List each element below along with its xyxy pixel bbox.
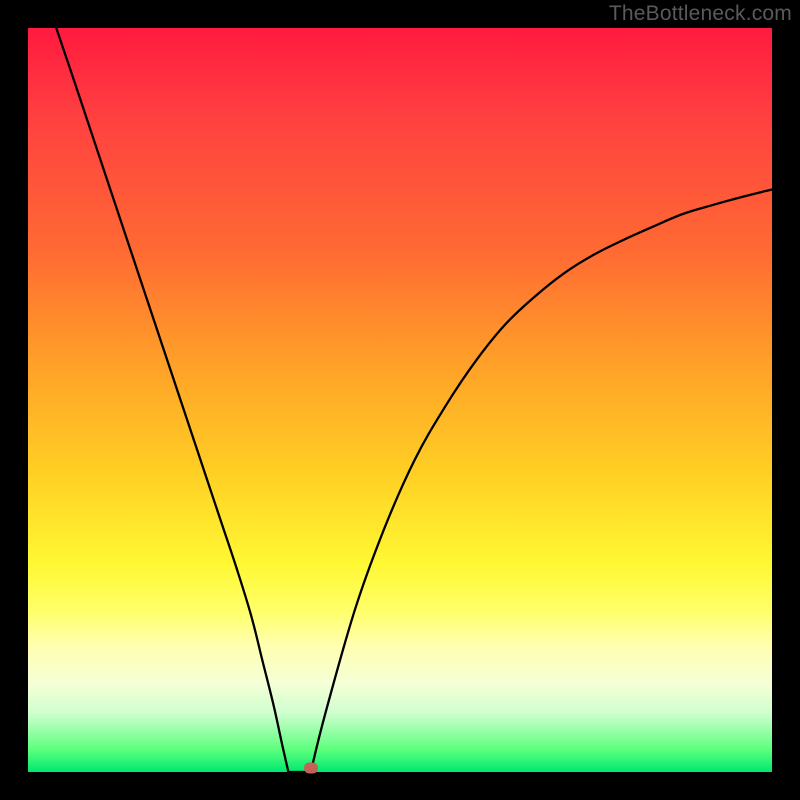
chart-frame: TheBottleneck.com — [0, 0, 800, 800]
chart-plot-area — [28, 28, 772, 772]
bottleneck-curve — [56, 28, 772, 777]
optimal-point-marker — [304, 762, 318, 773]
curve-svg — [28, 28, 772, 772]
attribution-label: TheBottleneck.com — [609, 2, 792, 26]
